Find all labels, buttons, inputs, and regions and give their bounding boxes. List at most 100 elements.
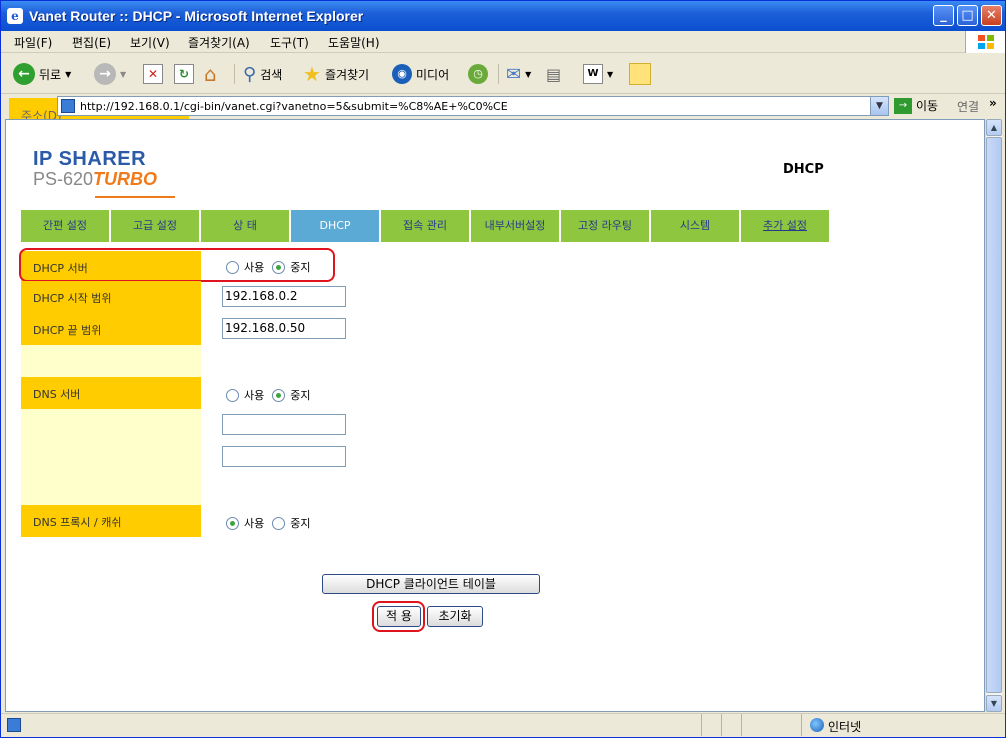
forward-button[interactable]: → ▼ [94, 62, 126, 86]
address-input[interactable]: http://192.168.0.1/cgi-bin/vanet.cgi?van… [57, 96, 889, 116]
printer-icon: ▤ [546, 64, 562, 84]
chevron-down-icon[interactable]: ▼ [870, 97, 888, 115]
word-icon: W [583, 64, 603, 84]
reset-button[interactable]: 초기화 [427, 606, 483, 627]
title-bar[interactable]: e Vanet Router :: DHCP - Microsoft Inter… [1, 1, 1005, 31]
scroll-down-icon[interactable]: ▼ [986, 695, 1002, 712]
search-label: 검색 [260, 67, 283, 82]
toolbar-separator [498, 64, 499, 84]
chevron-down-icon: ▼ [525, 69, 532, 79]
tab-system[interactable]: 시스템 [651, 210, 739, 242]
maximize-button[interactable]: □ [957, 5, 978, 26]
dns1-input[interactable] [222, 414, 346, 435]
menu-view[interactable]: 보기(V) [130, 34, 170, 51]
messenger-button[interactable] [629, 62, 651, 86]
radio-label: 사용 [244, 389, 265, 402]
scroll-up-icon[interactable]: ▲ [986, 119, 1002, 136]
chevron-down-icon: ▼ [65, 69, 72, 79]
security-zone: 인터넷 [801, 714, 991, 736]
media-icon: ◉ [392, 64, 412, 84]
windows-logo [965, 31, 1005, 53]
tab-additional-setup[interactable]: 추가 설정 [741, 210, 829, 242]
chevron-right-icon[interactable]: » [989, 96, 997, 110]
dns-proxy-use-radio[interactable] [226, 516, 239, 530]
logo-model: PS-620 [33, 169, 94, 189]
note-icon [629, 63, 651, 85]
star-icon: ★ [303, 62, 321, 86]
mail-button[interactable]: ✉ ▼ [506, 62, 531, 86]
radio-label: 사용 [244, 517, 265, 530]
back-button[interactable]: ← 뒤로 ▼ [13, 62, 71, 86]
page-icon [7, 718, 21, 732]
forward-arrow-icon: → [94, 63, 116, 85]
favorites-button[interactable]: ★ 즐겨찾기 [303, 62, 369, 86]
logo-line2: PS-620TURBO [33, 169, 157, 190]
address-bar: 주소(D) http://192.168.0.1/cgi-bin/vanet.c… [1, 95, 1005, 130]
dns-server-use-radio[interactable] [226, 388, 239, 402]
status-cell [701, 714, 721, 736]
menu-help[interactable]: 도움말(H) [328, 34, 380, 51]
dhcp-end-range-label: DHCP 끝 범위 [21, 313, 201, 345]
tab-advanced-setup[interactable]: 고급 설정 [111, 210, 199, 242]
stop-button[interactable]: ✕ [143, 62, 163, 86]
logo-underline [95, 196, 175, 198]
tab-static-routing[interactable]: 고정 라우팅 [561, 210, 649, 242]
tab-easy-setup[interactable]: 간편 설정 [21, 210, 109, 242]
menu-tools[interactable]: 도구(T) [270, 34, 309, 51]
dhcp-client-table-button[interactable]: DHCP 클라이언트 테이블 [322, 574, 540, 594]
go-arrow-icon: → [894, 97, 912, 114]
dhcp-end-range-input[interactable]: 192.168.0.50 [222, 318, 346, 339]
browser-window: e Vanet Router :: DHCP - Microsoft Inter… [0, 0, 1006, 738]
chevron-down-icon: ▼ [607, 69, 614, 79]
scroll-thumb[interactable] [986, 137, 1002, 693]
address-url: http://192.168.0.1/cgi-bin/vanet.cgi?van… [80, 100, 508, 113]
dhcp-start-range-input[interactable]: 192.168.0.2 [222, 286, 346, 307]
window-title: Vanet Router :: DHCP - Microsoft Interne… [29, 8, 364, 24]
chevron-down-icon: ▼ [120, 69, 127, 79]
links-label[interactable]: 연결 [957, 98, 979, 115]
highlight-annotation [372, 601, 425, 632]
dns2-input[interactable] [222, 446, 346, 467]
dns-proxy-options: 사용 중지 [226, 515, 311, 531]
history-button[interactable]: ◷ [468, 62, 488, 86]
stop-icon: ✕ [143, 64, 163, 84]
menu-file[interactable]: 파일(F) [14, 34, 52, 51]
dhcp-start-range-label: DHCP 시작 범위 [21, 281, 201, 313]
tab-internal-server[interactable]: 내부서버설정 [471, 210, 559, 242]
close-button[interactable]: ✕ [981, 5, 1002, 26]
tab-status[interactable]: 상 태 [201, 210, 289, 242]
mail-icon: ✉ [506, 63, 522, 85]
menu-favorites[interactable]: 즐겨찾기(A) [188, 34, 250, 51]
radio-label: 중지 [290, 517, 311, 530]
edit-button[interactable]: W ▼ [583, 62, 613, 86]
home-icon: ⌂ [204, 62, 217, 86]
go-button[interactable]: → 이동 [894, 97, 938, 114]
menu-bar: 파일(F) 편집(E) 보기(V) 즐겨찾기(A) 도구(T) 도움말(H) [1, 31, 1005, 53]
zone-label: 인터넷 [828, 720, 862, 734]
tab-access-management[interactable]: 접속 관리 [381, 210, 469, 242]
ie-icon: e [7, 8, 23, 24]
dns-proxy-stop-radio[interactable] [272, 516, 286, 530]
media-button[interactable]: ◉ 미디어 [392, 62, 449, 86]
search-icon: ⚲ [243, 63, 257, 85]
home-button[interactable]: ⌂ [204, 62, 217, 86]
menu-edit[interactable]: 편집(E) [72, 34, 111, 51]
favorites-label: 즐겨찾기 [324, 67, 370, 82]
dns-server-label: DNS 서버 [21, 377, 201, 409]
radio-label: 중지 [290, 389, 311, 402]
print-button[interactable]: ▤ [546, 62, 561, 86]
logo-turbo: TURBO [93, 169, 158, 189]
refresh-button[interactable]: ↻ [174, 62, 194, 86]
page-viewport: IP SHARER PS-620TURBO DHCP 간편 설정 고급 설정 상… [5, 119, 985, 712]
vertical-scrollbar[interactable]: ▲ ▼ [985, 119, 1002, 712]
dns1-row [21, 409, 201, 441]
dns-proxy-label: DNS 프록시 / 캐쉬 [21, 505, 201, 537]
search-button[interactable]: ⚲ 검색 [243, 62, 282, 86]
dns2-row [21, 441, 201, 473]
dns-server-options: 사용 중지 [226, 387, 311, 403]
dns-server-stop-radio[interactable] [272, 388, 286, 402]
status-bar: 인터넷 [1, 713, 1005, 737]
spacer-row [21, 473, 201, 505]
minimize-button[interactable]: _ [933, 5, 954, 26]
tab-dhcp[interactable]: DHCP [291, 210, 379, 242]
